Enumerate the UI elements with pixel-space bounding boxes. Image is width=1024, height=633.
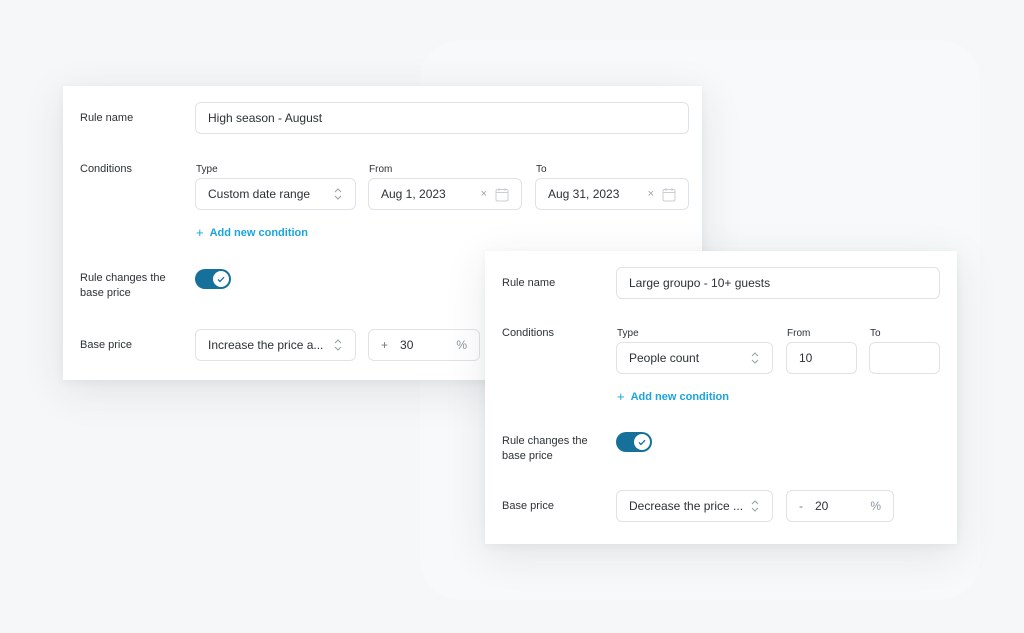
to-label: To	[536, 164, 547, 175]
clear-icon[interactable]: ×	[648, 188, 654, 200]
base-price-toggle[interactable]	[195, 269, 231, 289]
check-icon	[217, 276, 225, 282]
calendar-icon[interactable]	[495, 187, 509, 202]
chevron-updown-icon	[333, 338, 343, 352]
base-price-amount-value: 20	[815, 499, 829, 513]
chevron-updown-icon	[750, 351, 760, 365]
from-label: From	[787, 328, 811, 339]
toggle-knob	[213, 271, 229, 287]
base-price-mode-select[interactable]: Decrease the price ...	[616, 490, 773, 522]
add-condition-link[interactable]: + Add new condition	[196, 225, 308, 240]
percent-suffix: %	[870, 499, 881, 513]
clear-icon[interactable]: ×	[481, 188, 487, 200]
base-price-label: Base price	[502, 500, 554, 512]
add-condition-label: Add new condition	[209, 226, 308, 239]
base-price-amount-input[interactable]: + 30 %	[368, 329, 480, 361]
base-price-amount-input[interactable]: - 20 %	[786, 490, 894, 522]
rule-name-label: Rule name	[502, 277, 556, 289]
condition-type-select[interactable]: People count	[616, 342, 773, 374]
from-label: From	[369, 164, 393, 175]
to-label: To	[870, 328, 881, 339]
base-price-amount-value: 30	[400, 338, 414, 352]
plus-icon: +	[196, 225, 204, 240]
rule-name-value: Large groupo - 10+ guests	[629, 276, 771, 290]
sign-prefix: +	[381, 338, 389, 352]
add-condition-label: Add new condition	[630, 390, 729, 403]
calendar-icon[interactable]	[662, 187, 676, 202]
type-label: Type	[617, 328, 639, 339]
sign-prefix: -	[799, 499, 803, 513]
condition-type-select[interactable]: Custom date range	[195, 178, 356, 210]
chevron-updown-icon	[750, 499, 760, 513]
base-price-toggle[interactable]	[616, 432, 652, 452]
base-price-mode-value: Increase the price a...	[208, 338, 324, 352]
type-label: Type	[196, 164, 218, 175]
to-count-input[interactable]	[869, 342, 940, 374]
from-date-input[interactable]: Aug 1, 2023 ×	[368, 178, 522, 210]
from-count-value: 10	[799, 351, 813, 365]
condition-type-value: People count	[629, 351, 700, 365]
percent-suffix: %	[456, 338, 467, 352]
plus-icon: +	[617, 389, 625, 404]
base-price-label: Base price	[80, 339, 132, 351]
condition-type-value: Custom date range	[208, 187, 311, 201]
rule-name-value: High season - August	[208, 111, 323, 125]
base-price-mode-value: Decrease the price ...	[629, 499, 744, 513]
toggle-label: Rule changes the base price	[80, 272, 166, 299]
rule-name-input[interactable]: High season - August	[195, 102, 689, 134]
rule-card-large-group: Rule name Large groupo - 10+ guests Cond…	[485, 251, 957, 544]
add-condition-link[interactable]: + Add new condition	[617, 389, 729, 404]
conditions-label: Conditions	[502, 327, 554, 339]
toggle-knob	[634, 434, 650, 450]
from-count-input[interactable]: 10	[786, 342, 857, 374]
rule-name-input[interactable]: Large groupo - 10+ guests	[616, 267, 940, 299]
base-price-mode-select[interactable]: Increase the price a...	[195, 329, 356, 361]
conditions-label: Conditions	[80, 163, 132, 175]
from-date-value: Aug 1, 2023	[381, 187, 446, 201]
rule-name-label: Rule name	[80, 112, 134, 124]
to-date-input[interactable]: Aug 31, 2023 ×	[535, 178, 689, 210]
to-date-value: Aug 31, 2023	[548, 187, 620, 201]
check-icon	[638, 439, 646, 445]
toggle-label: Rule changes the base price	[502, 435, 588, 462]
chevron-updown-icon	[333, 187, 343, 201]
